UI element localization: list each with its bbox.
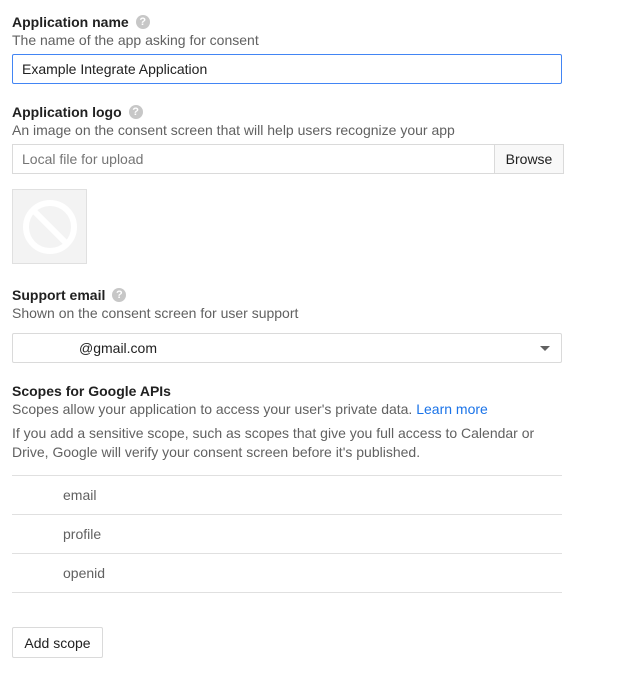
support-email-select[interactable]: @gmail.com (12, 333, 562, 363)
app-name-title: Application name (12, 14, 129, 30)
scope-list: email profile openid (12, 475, 562, 593)
scope-row: profile (12, 515, 562, 554)
app-name-input[interactable] (12, 54, 562, 84)
logo-file-input[interactable]: Local file for upload (12, 144, 494, 174)
scope-row: email (12, 476, 562, 515)
browse-button[interactable]: Browse (494, 144, 564, 174)
app-logo-title: Application logo (12, 104, 122, 120)
scopes-title: Scopes for Google APIs (12, 383, 171, 399)
support-email-title: Support email (12, 287, 106, 303)
scopes-description: Scopes allow your application to access … (12, 401, 413, 417)
help-icon[interactable]: ? (128, 105, 143, 119)
scope-row: openid (12, 554, 562, 593)
app-logo-description: An image on the consent screen that will… (12, 122, 455, 138)
scope-name: profile (63, 526, 102, 542)
app-name-description: The name of the app asking for consent (12, 32, 259, 48)
help-icon[interactable]: ? (112, 288, 127, 302)
caret-down-icon (540, 345, 550, 351)
sensitive-scope-notice: If you add a sensitive scope, such as sc… (12, 425, 535, 460)
scopes-description-line: Scopes allow your application to access … (12, 401, 488, 417)
support-email-description: Shown on the consent screen for user sup… (12, 305, 299, 321)
no-image-icon (22, 199, 77, 254)
learn-more-link[interactable]: Learn more (416, 401, 488, 417)
support-email-value: @gmail.com (79, 340, 158, 356)
logo-preview (12, 189, 87, 264)
scopes-label: Scopes for Google APIs (12, 383, 171, 399)
app-name-label: Application name ? (12, 14, 150, 30)
help-icon[interactable]: ? (135, 15, 150, 29)
app-logo-label: Application logo ? (12, 104, 143, 120)
scope-name: email (63, 487, 97, 503)
add-scope-button[interactable]: Add scope (12, 627, 103, 658)
logo-file-picker: Local file for upload Browse (12, 144, 564, 174)
support-email-label: Support email ? (12, 287, 127, 303)
scope-name: openid (63, 565, 106, 581)
